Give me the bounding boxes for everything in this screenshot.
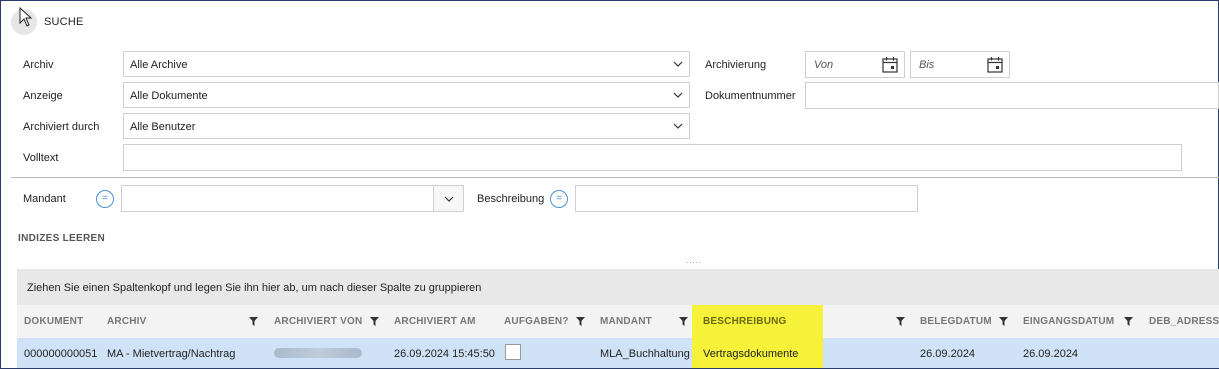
- column-header-belegdatum[interactable]: BELEGDATUM: [920, 316, 992, 327]
- mandant-dropdown-button[interactable]: [433, 186, 463, 211]
- column-header-dokument[interactable]: DOKUMENT: [24, 316, 83, 327]
- date-from-input[interactable]: Von: [805, 51, 905, 78]
- dokumentnummer-input[interactable]: [805, 82, 1219, 109]
- archiv-select[interactable]: Alle Archive: [123, 51, 690, 77]
- anzeige-value: Alle Dokumente: [130, 90, 208, 102]
- cell-beschreibung: Vertragsdokumente: [703, 348, 799, 360]
- divider: [11, 177, 1219, 178]
- column-header-deb-adresse[interactable]: DEB_ADRESSE: [1149, 316, 1219, 327]
- filter-icon[interactable]: [896, 317, 905, 326]
- column-header-aufgaben[interactable]: AUFGABEN?: [504, 316, 569, 327]
- anzeige-select[interactable]: Alle Dokumente: [123, 82, 690, 108]
- column-header-archiv[interactable]: ARCHIV: [107, 316, 147, 327]
- archiviert-durch-select[interactable]: Alle Benutzer: [123, 113, 690, 139]
- filter-icon[interactable]: [679, 317, 688, 326]
- mandant-combobox[interactable]: [121, 185, 464, 212]
- column-header-mandant[interactable]: MANDANT: [600, 316, 652, 327]
- date-from-placeholder: Von: [814, 59, 834, 71]
- chevron-down-icon: [673, 61, 683, 67]
- calendar-icon[interactable]: [882, 56, 898, 73]
- chevron-down-icon: [673, 92, 683, 98]
- grid-header-row: DOKUMENT ARCHIV ARCHIVIERT VON ARCHIVIER…: [17, 305, 1219, 338]
- equals-icon: =: [556, 193, 562, 204]
- cell-dokument: 000000000051: [24, 348, 98, 360]
- mandant-equals-button[interactable]: =: [96, 190, 114, 208]
- archiviert-durch-value: Alle Benutzer: [130, 121, 196, 133]
- page-title: SUCHE: [44, 16, 84, 28]
- archivierung-label: Archivierung: [705, 59, 767, 71]
- splitter-handle[interactable]: .....: [686, 256, 702, 265]
- beschreibung-label: Beschreibung: [477, 193, 545, 205]
- equals-icon: =: [102, 193, 108, 204]
- column-header-beschreibung[interactable]: BESCHREIBUNG: [703, 316, 787, 327]
- volltext-label: Volltext: [23, 152, 59, 164]
- chevron-down-icon: [673, 123, 683, 129]
- column-header-eingangsdatum[interactable]: EINGANGSDATUM: [1023, 316, 1114, 327]
- search-panel: SUCHE Archiv Alle Archive Anzeige Alle D…: [0, 0, 1219, 369]
- archiv-value: Alle Archive: [130, 59, 188, 71]
- cursor-arrow-icon: [19, 7, 33, 27]
- cell-archiviert-von-redacted: [274, 348, 362, 358]
- filter-icon[interactable]: [370, 317, 379, 326]
- mandant-label: Mandant: [23, 193, 66, 205]
- cell-belegdatum: 26.09.2024: [920, 348, 976, 360]
- cell-archiviert-am: 26.09.2024 15:45:50: [394, 348, 495, 360]
- column-header-archiviert-am[interactable]: ARCHIVIERT AM: [394, 316, 476, 327]
- filter-icon[interactable]: [249, 317, 258, 326]
- beschreibung-input[interactable]: [575, 185, 918, 212]
- aufgaben-checkbox[interactable]: [505, 344, 521, 360]
- clear-indices-button[interactable]: INDIZES LEEREN: [18, 233, 105, 244]
- chevron-down-icon: [444, 196, 454, 202]
- beschreibung-equals-button[interactable]: =: [550, 190, 568, 208]
- dokumentnummer-label: Dokumentnummer: [705, 90, 796, 102]
- filter-icon[interactable]: [999, 317, 1008, 326]
- cell-eingangsdatum: 26.09.2024: [1023, 348, 1079, 360]
- anzeige-label: Anzeige: [23, 90, 63, 102]
- archiviert-durch-label: Archiviert durch: [23, 121, 100, 133]
- calendar-icon[interactable]: [987, 56, 1003, 73]
- table-row[interactable]: 000000000051 MA - Mietvertrag/Nachtrag 2…: [17, 338, 1219, 368]
- column-header-archiviert-von[interactable]: ARCHIVIERT VON: [274, 316, 362, 327]
- archiv-label: Archiv: [23, 59, 54, 71]
- filter-icon[interactable]: [576, 317, 585, 326]
- date-to-input[interactable]: Bis: [910, 51, 1010, 78]
- group-drop-area[interactable]: Ziehen Sie einen Spaltenkopf und legen S…: [17, 269, 1219, 305]
- cell-archiv: MA - Mietvertrag/Nachtrag: [107, 348, 236, 360]
- date-to-placeholder: Bis: [919, 59, 935, 71]
- volltext-input[interactable]: [123, 144, 1182, 171]
- filter-icon[interactable]: [1124, 317, 1133, 326]
- cell-mandant: MLA_Buchhaltung: [600, 348, 690, 360]
